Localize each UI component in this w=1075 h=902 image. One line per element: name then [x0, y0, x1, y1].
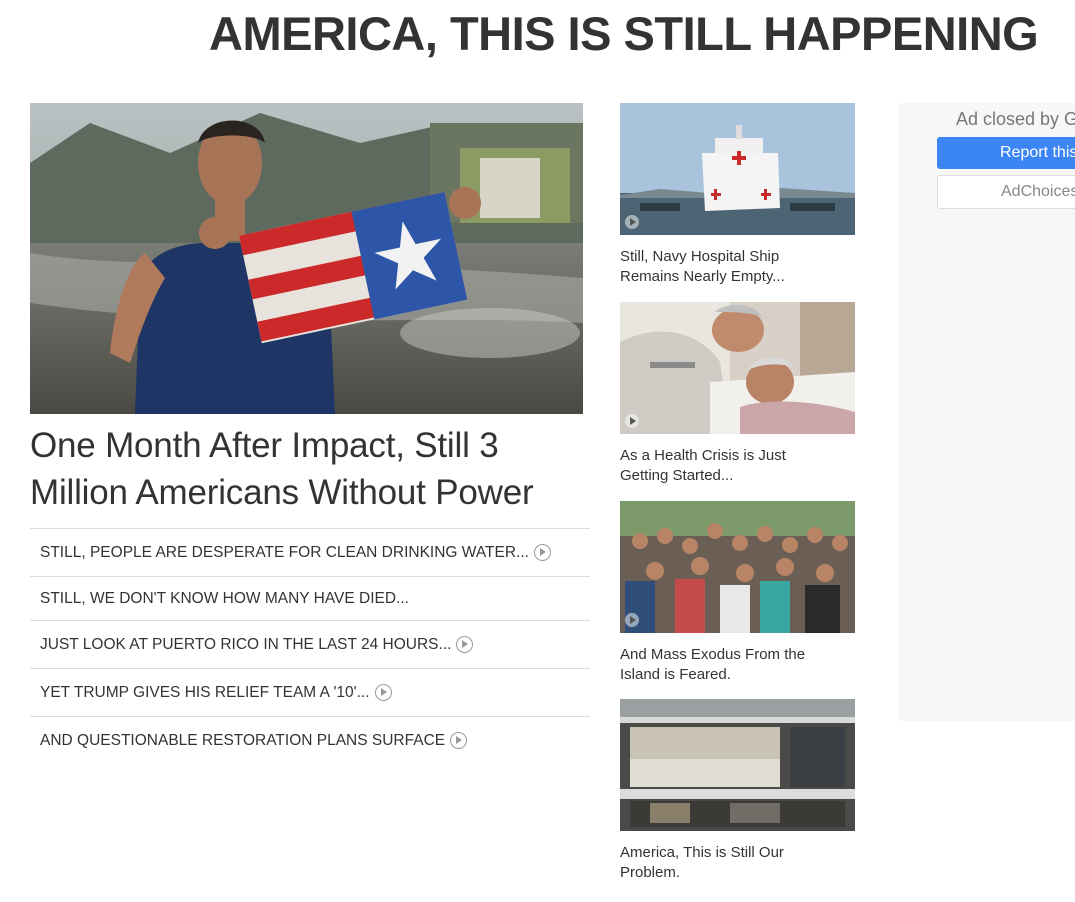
card-caption: And Mass Exodus From the Island is Feare…	[620, 646, 806, 683]
card-thumbnail	[620, 302, 855, 434]
video-play-icon	[533, 544, 551, 561]
story-link-how-many-died[interactable]: STILL, WE DON'T KNOW HOW MANY HAVE DIED.…	[30, 576, 590, 620]
play-icon	[625, 414, 639, 428]
play-icon	[625, 613, 639, 627]
story-link-relief-team[interactable]: YET TRUMP GIVES HIS RELIEF TEAM A '10'..…	[30, 668, 590, 716]
hero-headline[interactable]: One Month After Impact, Still 3 Million …	[30, 422, 585, 516]
story-label: JUST LOOK AT PUERTO RICO IN THE LAST 24 …	[40, 635, 452, 653]
ad-choices-button[interactable]: AdChoices	[937, 175, 1075, 209]
card-thumbnail	[620, 501, 855, 633]
story-label: YET TRUMP GIVES HIS RELIEF TEAM A '10'..…	[40, 683, 370, 701]
report-ad-button[interactable]: Report this ad	[937, 137, 1075, 169]
story-label: STILL, PEOPLE ARE DESPERATE FOR CLEAN DR…	[40, 543, 529, 561]
card-still-our-problem[interactable]: America, This is Still Our Problem.	[620, 699, 855, 883]
card-health-crisis[interactable]: As a Health Crisis is Just Getting Start…	[620, 302, 855, 486]
card-thumbnail	[620, 699, 855, 831]
video-play-icon	[450, 732, 468, 749]
card-caption: Still, Navy Hospital Ship Remains Nearly…	[620, 248, 785, 285]
story-label: AND QUESTIONABLE RESTORATION PLANS SURFA…	[40, 731, 446, 749]
card-caption: As a Health Crisis is Just Getting Start…	[620, 447, 786, 484]
story-link-restoration-plans[interactable]: AND QUESTIONABLE RESTORATION PLANS SURFA…	[30, 716, 590, 764]
card-mass-exodus[interactable]: And Mass Exodus From the Island is Feare…	[620, 501, 855, 685]
play-icon	[625, 215, 639, 229]
ad-closed-text: Ad closed by Google	[956, 109, 1075, 129]
video-play-icon	[456, 636, 474, 653]
hero-image[interactable]	[30, 103, 583, 414]
video-play-icon	[374, 684, 392, 701]
related-stories-list: STILL, PEOPLE ARE DESPERATE FOR CLEAN DR…	[30, 528, 590, 764]
story-link-last-24-hours[interactable]: JUST LOOK AT PUERTO RICO IN THE LAST 24 …	[30, 620, 590, 668]
card-navy-hospital-ship[interactable]: Still, Navy Hospital Ship Remains Nearly…	[620, 103, 855, 287]
card-thumbnail	[620, 103, 855, 235]
card-caption: America, This is Still Our Problem.	[620, 844, 784, 881]
page-title: AMERICA, THIS IS STILL HAPPENING	[209, 7, 1039, 60]
story-link-clean-water[interactable]: STILL, PEOPLE ARE DESPERATE FOR CLEAN DR…	[30, 528, 590, 576]
ad-panel: Ad closed by Google Report this ad AdCho…	[899, 103, 1075, 721]
story-label: STILL, WE DON'T KNOW HOW MANY HAVE DIED.…	[40, 589, 409, 607]
